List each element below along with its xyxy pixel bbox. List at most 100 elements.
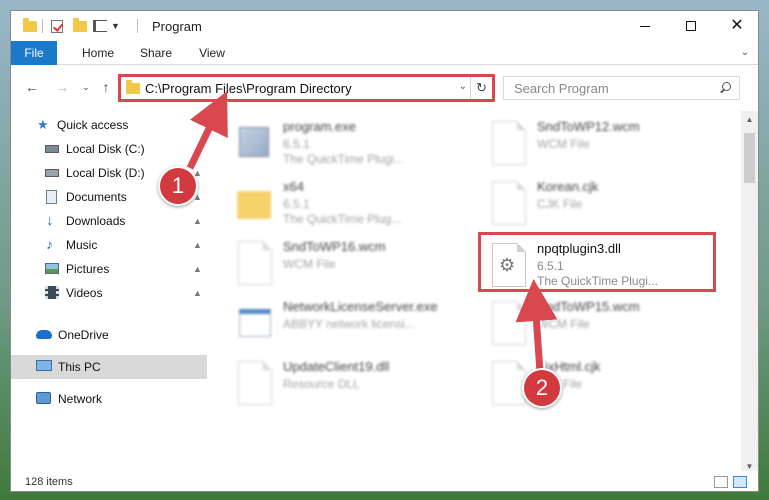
video-icon [45, 286, 59, 299]
forward-button[interactable]: → [53, 78, 71, 96]
file-item[interactable]: program.exe 6.5.1 The QuickTime Plugi... [235, 117, 475, 175]
file-type: Resource DLL [283, 377, 360, 391]
sidebar-item-label: Videos [66, 286, 103, 300]
document-icon [489, 121, 529, 169]
navigation-bar: ← → ⌄ ↑ C:\Program Files\Program Directo… [11, 66, 758, 106]
file-name: SndToWP12.wcm [537, 119, 640, 134]
sidebar-item-network[interactable]: Network [11, 387, 207, 411]
folder-icon [23, 17, 37, 34]
folder-icon [126, 80, 140, 94]
pin-icon[interactable]: ▲ [193, 264, 202, 274]
refresh-button[interactable]: ↻ [470, 77, 492, 99]
address-path[interactable]: C:\Program Files\Program Directory [145, 81, 352, 96]
file-item[interactable]: Korean.cjk CJK File [489, 177, 729, 235]
file-item-npqtplugin3[interactable]: ⚙ npqtplugin3.dll 6.5.1 The QuickTime Pl… [489, 239, 729, 297]
file-version: 6.5.1 [537, 259, 564, 273]
window-title: Program [152, 19, 202, 34]
new-folder-icon[interactable] [73, 17, 87, 34]
tab-file[interactable]: File [11, 41, 57, 65]
tab-home[interactable]: Home [71, 41, 125, 65]
dll-icon [235, 361, 275, 409]
search-box[interactable]: Search Program [503, 76, 740, 100]
scroll-up-icon[interactable]: ▲ [741, 111, 758, 128]
file-description: The QuickTime Plugi... [283, 152, 404, 166]
minimize-icon [640, 25, 650, 27]
pin-icon[interactable]: ▲ [193, 288, 202, 298]
tab-share[interactable]: Share [129, 41, 183, 65]
sidebar-item-videos[interactable]: Videos ▲ [11, 281, 207, 305]
file-item[interactable]: UpdateClient19.dll Resource DLL [235, 357, 475, 415]
back-arrow-icon: ← [25, 79, 39, 95]
sidebar-item-music[interactable]: ♪ Music ▲ [11, 233, 207, 257]
download-icon: ↓ [46, 212, 54, 229]
sidebar-item-quick-access[interactable]: ★ Quick access [11, 113, 207, 137]
file-type: WCM File [537, 317, 590, 331]
file-item[interactable]: SndToWP16.wcm WCM File [235, 237, 475, 295]
sidebar-item-local-disk-c[interactable]: Local Disk (C:) [11, 137, 207, 161]
pin-icon[interactable]: ▲ [193, 240, 202, 250]
forward-arrow-icon: → [55, 79, 69, 95]
vertical-scrollbar[interactable]: ▲ ▼ [741, 111, 758, 475]
file-item[interactable]: x64 6.5.1 The QuickTime Plug... [235, 177, 475, 235]
address-dropdown-icon[interactable]: ⌄ [459, 81, 467, 92]
pictures-icon [45, 263, 59, 274]
file-name: Korean.cjk [537, 179, 599, 194]
expand-ribbon-icon[interactable]: ⌄ [735, 41, 755, 65]
ribbon-tabs: File Home Share View ⌄ [11, 41, 758, 65]
file-name: npqtplugin3.dll [537, 241, 621, 256]
file-name: NetworkLicenseServer.exe [283, 299, 438, 314]
exe-icon [235, 121, 275, 169]
sidebar-item-label: Local Disk (D:) [66, 166, 145, 180]
search-placeholder: Search Program [514, 81, 609, 96]
file-description: The QuickTime Plugi... [537, 274, 658, 288]
details-view-icon[interactable] [714, 476, 728, 488]
computer-icon [36, 360, 52, 371]
file-list: program.exe 6.5.1 The QuickTime Plugi...… [217, 111, 741, 471]
pin-icon[interactable]: ▲ [193, 216, 202, 226]
recent-locations-button[interactable]: ⌄ [77, 78, 95, 96]
navigation-pane: ★ Quick access Local Disk (C:) Local Dis… [11, 111, 207, 471]
drive-icon [45, 145, 59, 153]
sidebar-item-onedrive[interactable]: OneDrive [11, 323, 207, 347]
sidebar-item-label: Quick access [57, 118, 129, 132]
address-bar[interactable]: C:\Program Files\Program Directory ⌄ ↻ [119, 76, 493, 100]
quick-access-dropdown-icon[interactable]: ▼ [111, 18, 120, 34]
sidebar-item-label: Pictures [66, 262, 110, 276]
up-button[interactable]: ↑ [97, 78, 115, 96]
search-icon [719, 82, 731, 94]
sidebar-item-label: Documents [66, 190, 127, 204]
minimize-button[interactable] [622, 11, 668, 41]
close-icon: ✕ [730, 17, 744, 34]
file-type: ABBYY network licensi... [283, 317, 415, 331]
tab-view[interactable]: View [187, 41, 237, 65]
file-name: SndToWP16.wcm [283, 239, 386, 254]
file-name: UpdateClient19.dll [283, 359, 390, 374]
scroll-thumb[interactable] [744, 133, 755, 183]
sidebar-item-label: Local Disk (C:) [66, 142, 145, 156]
sidebar-item-this-pc[interactable]: This PC [11, 355, 207, 379]
maximize-button[interactable] [668, 11, 714, 41]
file-item[interactable]: SndToWP15.wcm WCM File [489, 297, 729, 355]
refresh-icon: ↻ [476, 80, 487, 95]
star-icon: ★ [37, 117, 49, 132]
file-item[interactable]: NetworkLicenseServer.exe ABBYY network l… [235, 297, 475, 355]
close-button[interactable]: ✕ [714, 11, 758, 41]
file-item[interactable]: SndToWP12.wcm WCM File [489, 117, 729, 175]
file-type: CJK File [537, 197, 583, 211]
sidebar-item-pictures[interactable]: Pictures ▲ [11, 257, 207, 281]
properties-check-icon[interactable] [51, 18, 63, 34]
sidebar-item-downloads[interactable]: ↓ Downloads ▲ [11, 209, 207, 233]
file-type: WCM File [283, 257, 336, 271]
callout-badge-2: 2 [522, 368, 562, 408]
sidebar-item-label: This PC [58, 360, 101, 374]
view-options-icon[interactable] [93, 18, 107, 34]
back-button[interactable]: ← [23, 78, 41, 96]
file-explorer-window: ▼ Program ✕ File Home Share View ⌄ ← → ⌄… [10, 10, 759, 492]
file-version: 6.5.1 [283, 137, 310, 151]
separator [42, 18, 43, 34]
tiles-view-icon[interactable] [733, 476, 747, 488]
callout-badge-1: 1 [158, 166, 198, 206]
music-icon: ♪ [46, 236, 53, 252]
title-bar: ▼ Program ✕ [11, 11, 758, 41]
document-icon [235, 241, 275, 289]
